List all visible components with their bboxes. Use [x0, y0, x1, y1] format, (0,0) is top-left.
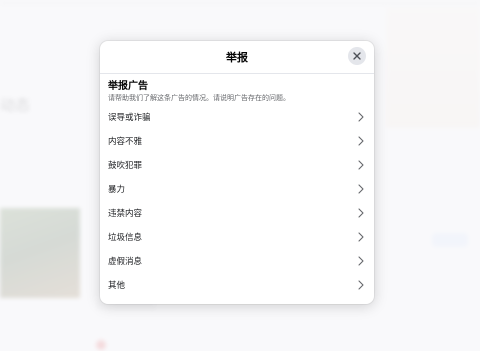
chevron-right-icon [358, 112, 364, 122]
chevron-right-icon [358, 280, 364, 290]
dialog-header: 举报 [100, 41, 374, 74]
chevron-right-icon [358, 136, 364, 146]
chevron-right-icon [358, 184, 364, 194]
option-spam[interactable]: 垃圾信息 [100, 225, 374, 249]
chevron-right-icon [358, 208, 364, 218]
section-description: 请帮助我们了解这条广告的情况。请说明广告存在的问题。 [108, 94, 290, 102]
option-inappropriate-content[interactable]: 内容不雅 [100, 129, 374, 153]
option-label: 其他 [108, 281, 126, 291]
option-label: 误导或诈骗 [108, 113, 151, 123]
option-label: 鼓吹犯罪 [108, 161, 143, 171]
option-label: 虚假消息 [108, 257, 143, 267]
option-prohibited-content[interactable]: 违禁内容 [100, 201, 374, 225]
dialog-title: 举报 [226, 51, 248, 64]
report-dialog: 举报 举报广告 请帮助我们了解这条广告的情况。请说明广告存在的问题。 误导或诈骗… [100, 41, 374, 304]
option-label: 暴力 [108, 185, 126, 195]
option-other[interactable]: 其他 [100, 273, 374, 297]
option-label: 内容不雅 [108, 137, 143, 147]
close-button[interactable] [348, 47, 366, 65]
option-promotes-crime[interactable]: 鼓吹犯罪 [100, 153, 374, 177]
section-title: 举报广告 [108, 81, 148, 92]
chevron-right-icon [358, 160, 364, 170]
option-label: 垃圾信息 [108, 233, 143, 243]
option-misleading-or-scam[interactable]: 误导或诈骗 [100, 105, 374, 129]
report-options-list: 误导或诈骗 内容不雅 鼓吹犯罪 暴力 违禁内容 垃圾信息 虚假消息 其他 [100, 105, 374, 297]
close-icon [353, 52, 361, 60]
option-false-information[interactable]: 虚假消息 [100, 249, 374, 273]
option-label: 违禁内容 [108, 209, 143, 219]
option-violence[interactable]: 暴力 [100, 177, 374, 201]
chevron-right-icon [358, 256, 364, 266]
chevron-right-icon [358, 232, 364, 242]
